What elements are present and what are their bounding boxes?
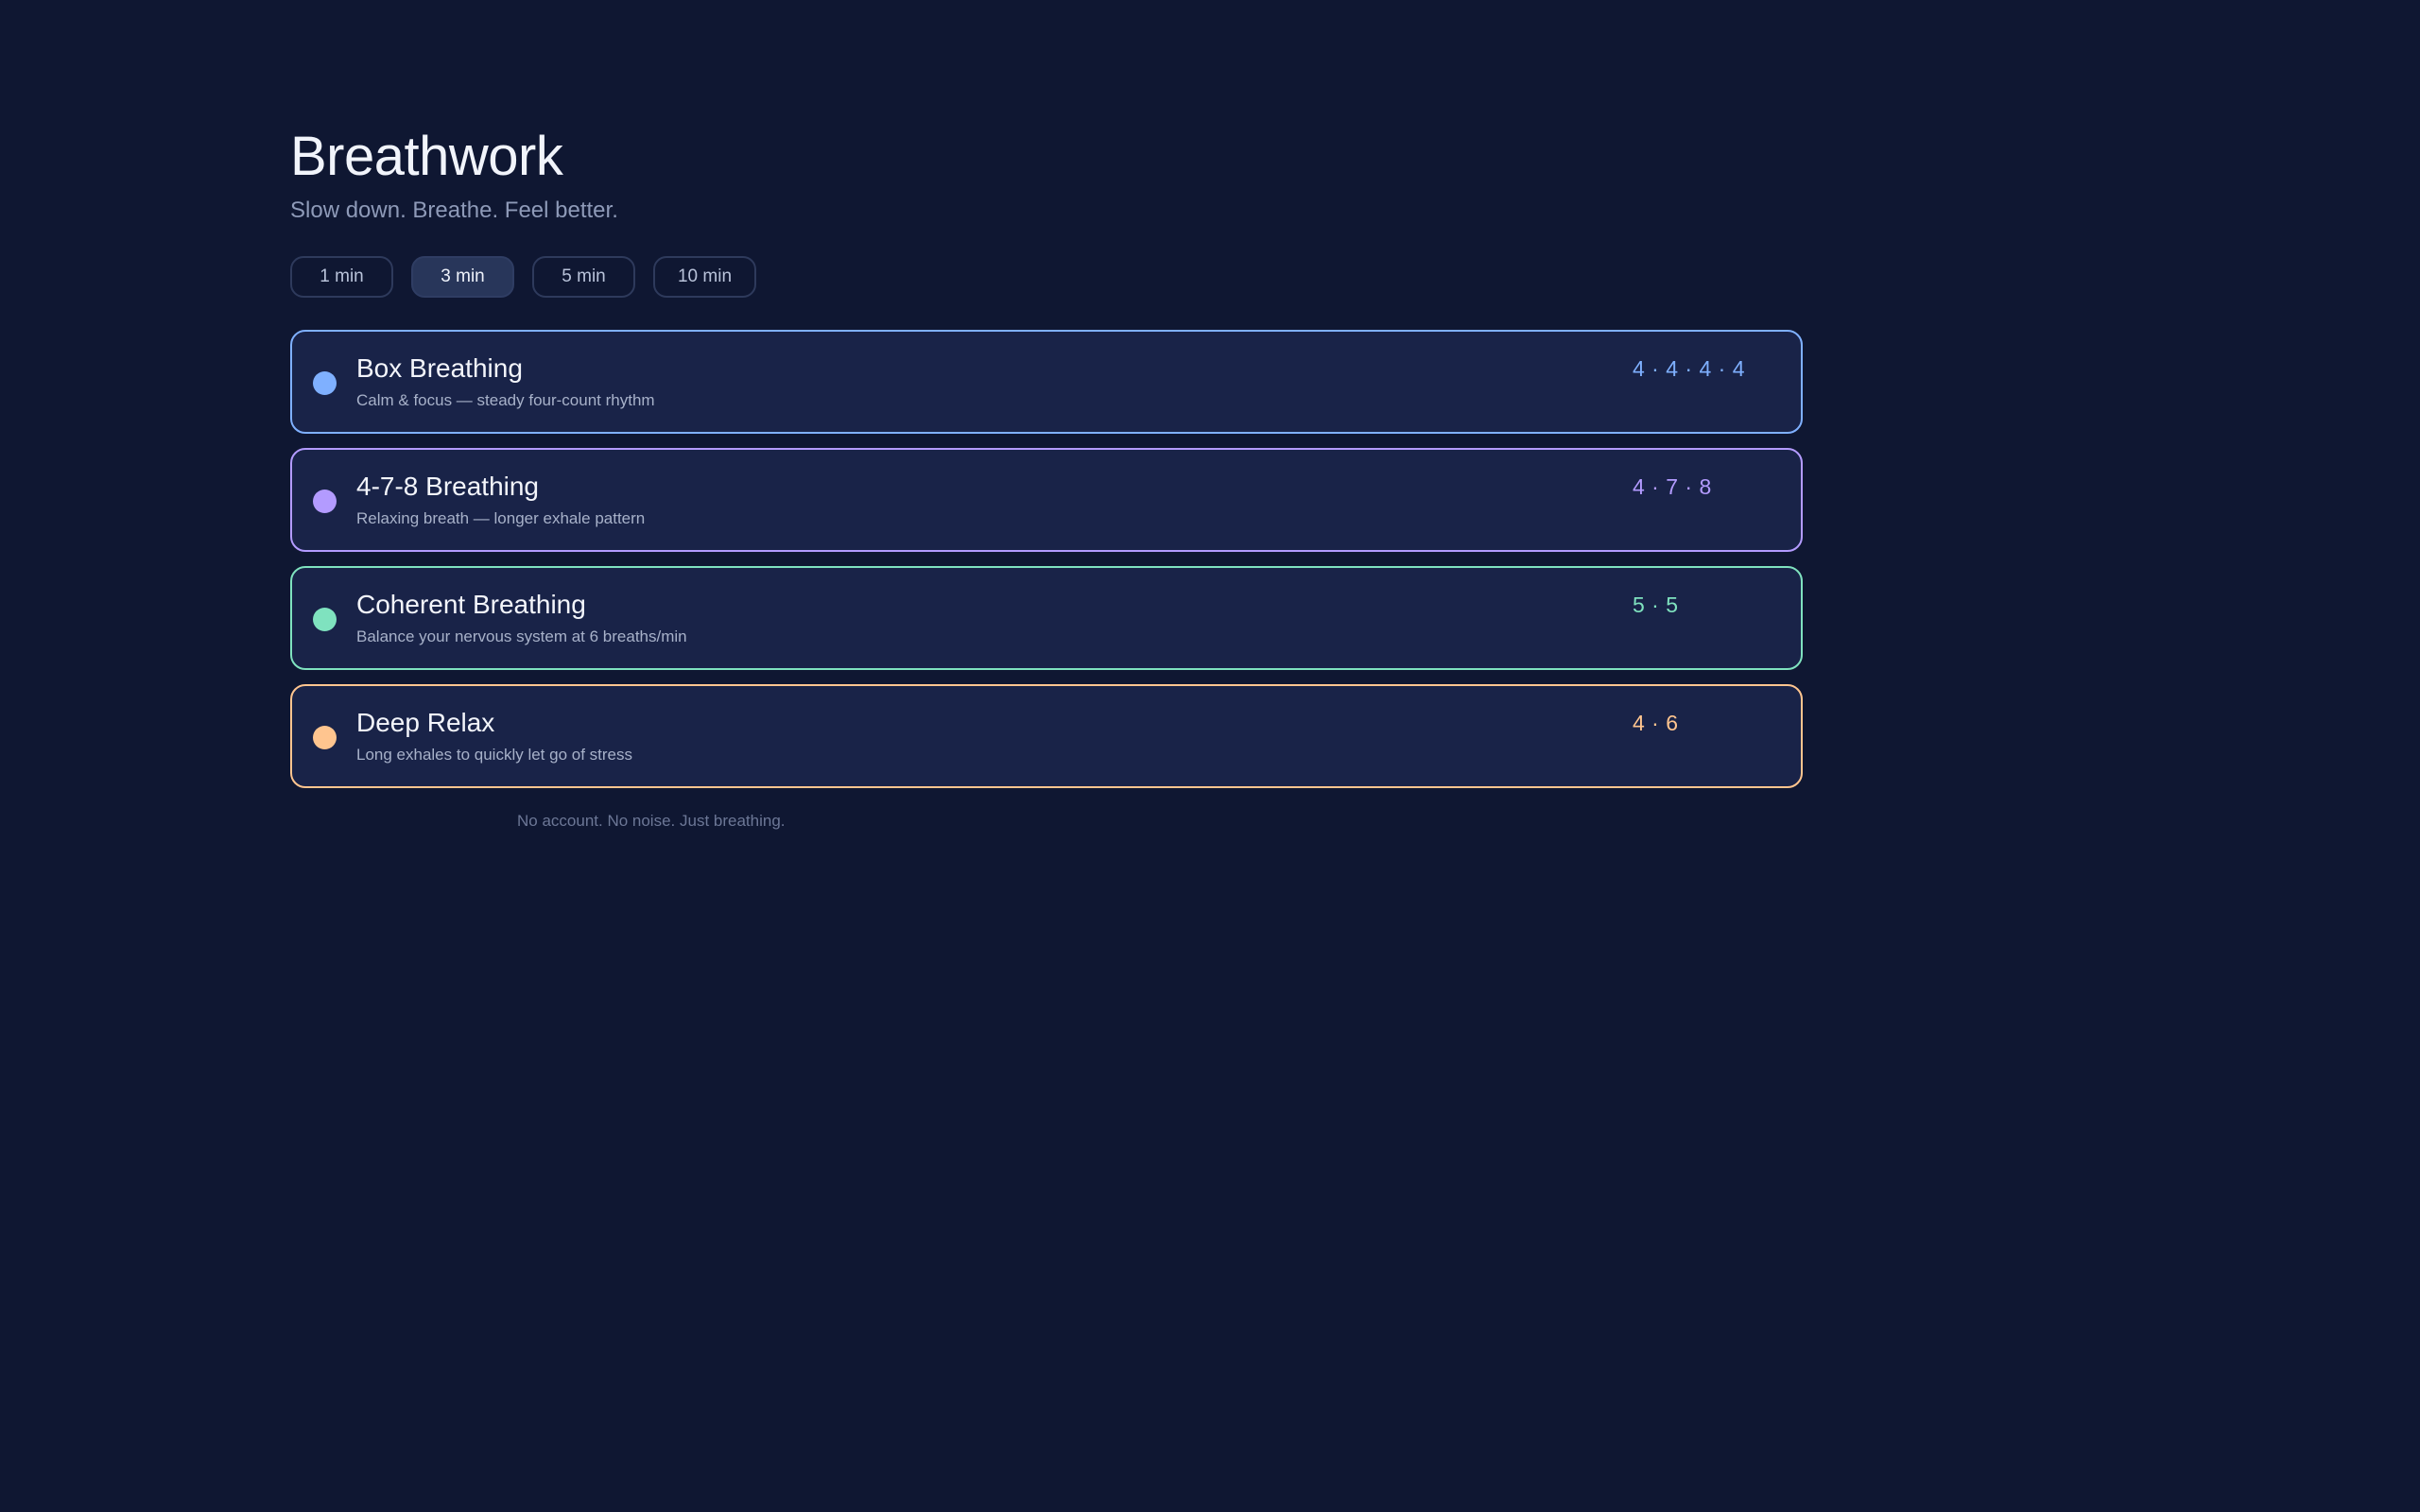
exercise-description: Relaxing breath — longer exhale pattern <box>356 509 646 527</box>
duration-button-10-min[interactable]: 10 min <box>653 256 756 298</box>
color-dot-icon <box>313 371 337 395</box>
duration-button-3-min[interactable]: 3 min <box>411 256 514 298</box>
exercise-title: Coherent Breathing <box>356 590 586 619</box>
exercise-card-4-7-8-breathing[interactable]: 4-7-8 Breathing Relaxing breath — longer… <box>290 448 1803 552</box>
duration-button-1-min[interactable]: 1 min <box>290 256 393 298</box>
duration-selector: 1 min 3 min 5 min 10 min <box>290 256 1803 298</box>
exercise-card-deep-relax[interactable]: Deep Relax Long exhales to quickly let g… <box>290 684 1803 788</box>
exercise-pattern: 4 · 4 · 4 · 4 <box>1633 356 1745 381</box>
exercise-card-box-breathing[interactable]: Box Breathing Calm & focus — steady four… <box>290 330 1803 434</box>
color-dot-icon <box>313 608 337 631</box>
exercise-pattern: 4 · 6 <box>1633 711 1679 735</box>
exercise-pattern: 4 · 7 · 8 <box>1633 474 1712 499</box>
exercise-title: 4-7-8 Breathing <box>356 472 540 501</box>
page-subtitle: Slow down. Breathe. Feel better. <box>290 198 618 223</box>
color-dot-icon <box>313 490 337 513</box>
exercise-pattern: 5 · 5 <box>1633 593 1679 617</box>
exercise-title: Deep Relax <box>356 708 495 737</box>
exercise-card-coherent-breathing[interactable]: Coherent Breathing Balance your nervous … <box>290 566 1803 670</box>
exercise-description: Calm & focus — steady four-count rhythm <box>356 391 655 409</box>
exercise-description: Long exhales to quickly let go of stress <box>356 746 632 764</box>
exercise-title: Box Breathing <box>356 353 523 383</box>
exercise-description: Balance your nervous system at 6 breaths… <box>356 627 687 645</box>
exercise-list: Box Breathing Calm & focus — steady four… <box>290 330 1803 788</box>
color-dot-icon <box>313 726 337 749</box>
footer-note: No account. No noise. Just breathing. <box>517 812 786 830</box>
main-container: Breathwork Slow down. Breathe. Feel bett… <box>290 123 1803 830</box>
duration-button-5-min[interactable]: 5 min <box>532 256 635 298</box>
page-title: Breathwork <box>290 126 563 187</box>
